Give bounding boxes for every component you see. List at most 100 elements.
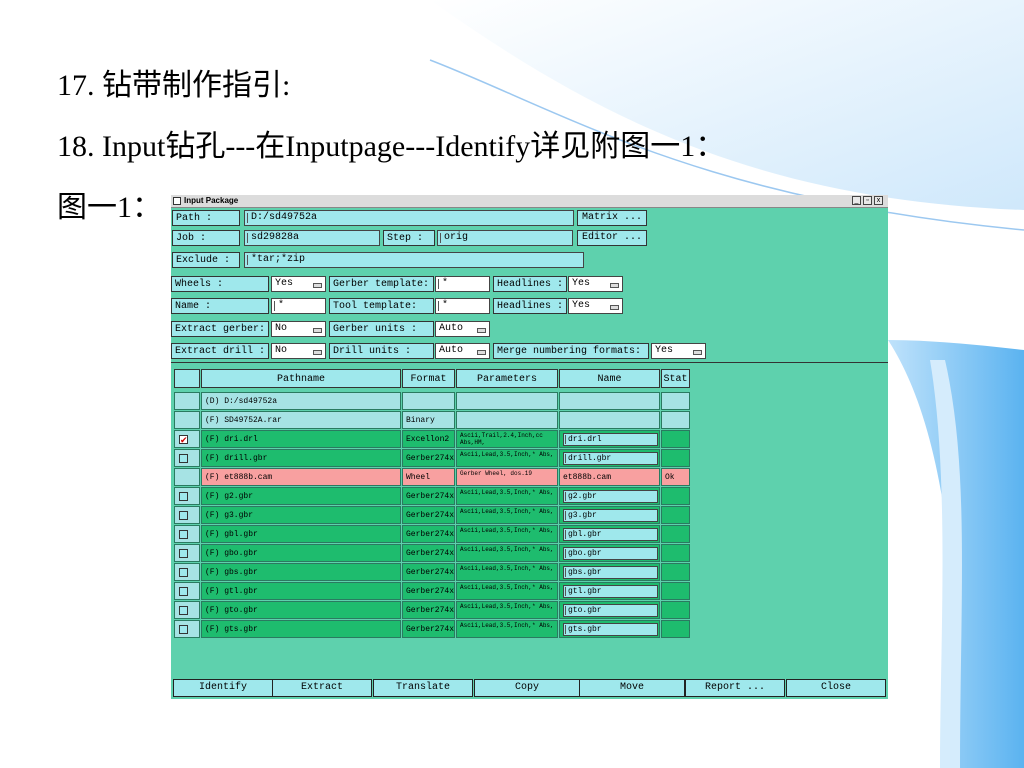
row-path-cell: (D) D:/sd49752a [201,392,401,410]
row-format-cell: Wheel [402,468,455,486]
wheels-label: Wheels : [171,276,269,292]
checkbox[interactable] [179,454,188,463]
row-name-cell: gts.gbr [559,620,660,638]
row-params-cell: Ascii,Lead,3.5,Inch,* Abs, [456,487,558,505]
checkbox[interactable] [179,492,188,501]
drill-units-select[interactable]: Auto [435,343,490,359]
job-label: Job : [172,230,240,246]
extract-button[interactable]: Extract [272,679,372,697]
checkbox[interactable] [179,530,188,539]
checkbox[interactable] [179,625,188,634]
row-name-input[interactable]: gbs.gbr [563,566,658,579]
extract-gerber-select[interactable]: No [271,321,326,337]
row-stat-cell [661,525,690,543]
row-name-input[interactable]: dri.drl [563,433,658,446]
checkbox[interactable] [179,511,188,520]
gerber-units-select[interactable]: Auto [435,321,490,337]
column-header-name[interactable]: Name [559,369,660,388]
table-row[interactable]: (F) gtl.gbr Gerber274x Ascii,Lead,3.5,Inch… [173,582,693,600]
maximize-icon[interactable]: ▫ [863,196,872,205]
row-name-input[interactable]: g3.gbr [563,509,658,522]
row-select-cell [174,620,200,638]
row-name-input[interactable]: gbl.gbr [563,528,658,541]
editor-button[interactable]: Editor ... [577,230,647,246]
row-select-cell [174,563,200,581]
table-row[interactable]: (F) gbs.gbr Gerber274x Ascii,Lead,3.5,Inch… [173,563,693,581]
row-stat-cell [661,430,690,448]
row-format-cell: Gerber274x [402,544,455,562]
table-row[interactable]: (F) et888b.cam Wheel Gerber Wheel, dos.19 e… [173,468,693,486]
column-header-stat[interactable]: Stat [661,369,690,388]
column-header-parameters[interactable]: Parameters [456,369,558,388]
wheels-select[interactable]: Yes [271,276,326,292]
step-field[interactable]: orig [437,230,573,246]
row-name-input[interactable]: drill.gbr [563,452,658,465]
extract-gerber-value: No [275,323,288,334]
table-row[interactable]: (F) g2.gbr Gerber274x Ascii,Lead,3.5,Inch,… [173,487,693,505]
move-button[interactable]: Move [579,679,685,697]
table-row[interactable]: (F) dri.drlExcellon2Ascii,Trail,2.4,Inch… [173,430,693,448]
slide-line-1: 17. 钻带制作指引: [57,69,291,102]
row-name-cell: gbo.gbr [559,544,660,562]
row-name-input[interactable]: gbo.gbr [563,547,658,560]
row-name-cell: drill.gbr [559,449,660,467]
table-row[interactable]: (F) gbo.gbr Gerber274x Ascii,Lead,3.5,Inch… [173,544,693,562]
dropdown-icon [313,328,322,333]
checkbox[interactable] [179,568,188,577]
row-name-cell [559,411,660,429]
table-row[interactable]: (F) gts.gbr Gerber274x Ascii,Lead,3.5,Inch… [173,620,693,638]
row-name-cell: gto.gbr [559,601,660,619]
report-button[interactable]: Report ... [685,679,785,697]
row-format-cell: Gerber274x [402,487,455,505]
close-window-icon[interactable]: x [874,196,883,205]
extract-drill-value: No [275,345,288,356]
merge-numbering-select[interactable]: Yes [651,343,706,359]
column-header-format[interactable]: Format [402,369,455,388]
table-row[interactable]: (F) SD49752A.rar Binary [173,411,693,429]
row-params-cell: Ascii,Trail,2.4,Inch,cc Abs,HM, [456,430,558,448]
row-path-cell: (F) gtl.gbr [201,582,401,600]
gerber-template-label: Gerber template: [329,276,434,292]
table-row[interactable]: (F) drill.gbr Gerber274x Ascii,Lead,3.5,In… [173,449,693,467]
copy-button[interactable]: Copy [474,679,580,697]
path-field[interactable]: D:/sd49752a [244,210,574,226]
exclude-field[interactable]: *tar;*zip [244,252,584,268]
translate-button[interactable]: Translate [373,679,473,697]
table-row[interactable]: (F) g3.gbr Gerber274x Ascii,Lead,3.5,Inch,… [173,506,693,524]
matrix-button[interactable]: Matrix ... [577,210,647,226]
name-field[interactable]: * [271,298,326,314]
table-row[interactable]: (F) gto.gbr Gerber274x Ascii,Lead,3.5,Inch… [173,601,693,619]
tool-template-field[interactable]: * [435,298,490,314]
checked-checkbox[interactable] [179,433,188,447]
headlines-select-2[interactable]: Yes [568,298,623,314]
checkbox[interactable] [179,606,188,615]
name-label: Name : [171,298,269,314]
path-label: Path : [172,210,240,226]
table-row[interactable]: (F) gbl.gbr Gerber274x Ascii,Lead,3.5,Inch… [173,525,693,543]
row-name-input[interactable]: gto.gbr [563,604,658,617]
gerber-template-field[interactable]: * [435,276,490,292]
identify-button[interactable]: Identify [173,679,273,697]
row-name-input[interactable]: gts.gbr [563,623,658,636]
row-name-input[interactable]: g2.gbr [563,490,658,503]
extract-drill-label: Extract drill : [171,343,269,359]
checkbox[interactable] [179,587,188,596]
headlines-select-1[interactable]: Yes [568,276,623,292]
row-path-cell: (F) dri.drl [201,430,401,448]
extract-drill-select[interactable]: No [271,343,326,359]
row-name-cell: gtl.gbr [559,582,660,600]
row-name-input[interactable]: gtl.gbr [563,585,658,598]
drill-units-label: Drill units : [329,343,434,359]
window-titlebar[interactable]: Input Package _ ▫ x [171,195,888,208]
row-stat-cell [661,563,690,581]
column-header-pathname[interactable]: Pathname [201,369,401,388]
row-format-cell: Excellon2 [402,430,455,448]
row-stat-cell [661,449,690,467]
close-button[interactable]: Close [786,679,886,697]
row-params-cell [456,411,558,429]
checkbox[interactable] [179,549,188,558]
job-field[interactable]: sd29828a [244,230,380,246]
minimize-icon[interactable]: _ [852,196,861,205]
row-select-cell [174,601,200,619]
table-row[interactable]: (D) D:/sd49752a [173,392,693,410]
